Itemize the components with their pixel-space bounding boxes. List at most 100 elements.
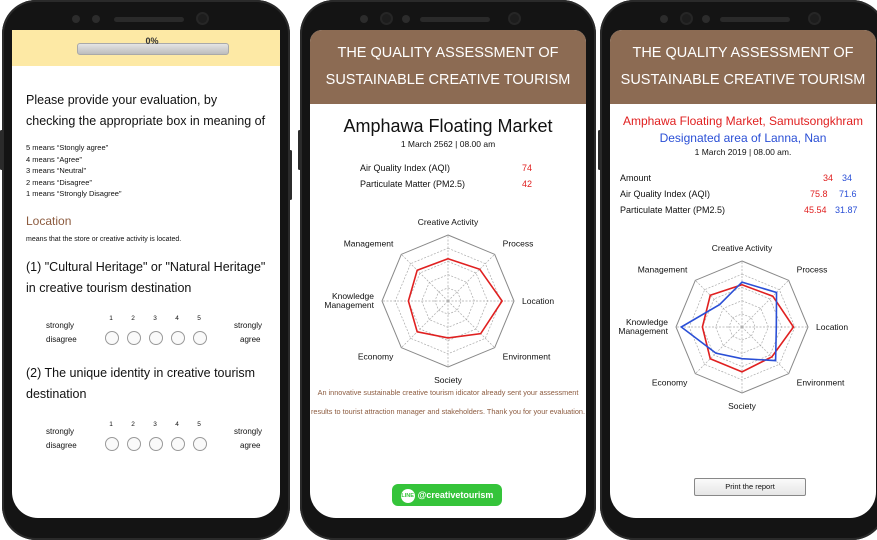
- section-title: Location: [26, 213, 72, 228]
- speaker-grille: [720, 17, 790, 22]
- line-account-button[interactable]: LINE @creativetourism: [392, 484, 502, 506]
- radar-axis-label-line: Economy: [358, 352, 394, 362]
- radar-axis-label-line: Process: [503, 238, 534, 248]
- radar-axis-label: Knowledge Management: [618, 317, 668, 336]
- comparison-table: Amount 34 34 Air Quality Index (AQI) 75.…: [610, 173, 876, 225]
- scale-number: 3: [153, 420, 157, 428]
- survey-screen: 0% Please provide your evaluation, by ch…: [12, 30, 280, 518]
- radio-option-3[interactable]: [149, 436, 163, 451]
- radar-axis-label-line: Location: [816, 322, 848, 332]
- row-label: Amount: [620, 173, 652, 183]
- scale-right-label: strongly: [234, 320, 263, 330]
- phone-top-bar: [2, 8, 290, 30]
- progress-label: 0%: [145, 36, 159, 46]
- venue-b-value: 31.87: [835, 205, 858, 215]
- air-quality-table: Air Quality Index (AQI) 74 Particulate M…: [310, 163, 586, 197]
- front-camera: [382, 14, 391, 23]
- means-item: 4 means “Agree”: [26, 154, 82, 164]
- radio-option-1[interactable]: [105, 436, 119, 451]
- scale-right-label: agree: [240, 334, 261, 344]
- volume-button: [598, 130, 601, 170]
- venue-a-title: Amphawa Floating Market, Samutsongkhram: [622, 114, 864, 128]
- result-screen: THE QUALITY ASSESSMENT OF SUSTAINABLE CR…: [310, 30, 586, 518]
- line-button-label: @creativetourism: [417, 490, 494, 500]
- phone-top-bar: [300, 8, 596, 30]
- radar-spoke: [741, 326, 789, 374]
- radar-axis-label-line: Management: [324, 300, 374, 310]
- radio-option-4[interactable]: [171, 436, 185, 451]
- front-camera: [510, 14, 519, 23]
- venue-title: Amphawa Floating Market: [343, 116, 553, 136]
- print-report-button[interactable]: Print the report: [694, 478, 806, 496]
- sensor-dot: [92, 15, 100, 23]
- radar-axis-label-line: Management: [638, 264, 688, 274]
- radar-axis-label: Creative Activity: [712, 243, 773, 253]
- sensor-dot: [702, 15, 710, 23]
- radar-axis-label: Society: [728, 401, 757, 411]
- radio-option-2[interactable]: [127, 330, 141, 345]
- speaker-grille: [420, 17, 490, 22]
- radio-option-4[interactable]: [171, 330, 185, 345]
- radar-axis-label-line: Location: [522, 296, 554, 306]
- means-item: 2 means “Disagree”: [26, 177, 92, 187]
- phone-survey: 0% Please provide your evaluation, by ch…: [0, 0, 292, 540]
- question-text: (2) The unique identity in creative tour…: [26, 365, 256, 401]
- progress-header: 0%: [12, 30, 280, 66]
- front-camera: [682, 14, 691, 23]
- radar-axis-label: Management: [344, 238, 394, 248]
- line-logo-icon: LINE: [400, 488, 415, 503]
- metric-label: Particulate Matter (PM2.5): [360, 179, 466, 189]
- radar-axis-label: Process: [503, 238, 534, 248]
- scale-number: 4: [175, 420, 179, 428]
- scale-left-label: strongly: [46, 426, 75, 436]
- report-screen: THE QUALITY ASSESSMENT OF SUSTAINABLE CR…: [610, 30, 876, 518]
- phone-top-bar: [600, 8, 877, 30]
- scale-right-label: strongly: [234, 426, 263, 436]
- power-button: [289, 150, 292, 200]
- volume-button: [298, 130, 301, 170]
- radar-axis-label-line: Economy: [652, 378, 688, 388]
- instruction-text: Please provide your evaluation, by check…: [26, 93, 266, 128]
- metric-value: 42: [522, 179, 533, 189]
- radio-option-1[interactable]: [105, 330, 119, 345]
- radar-axis-label-line: Creative Activity: [418, 217, 479, 227]
- metric-label: Air Quality Index (AQI): [360, 163, 451, 173]
- radar-axis-label-line: Environment: [503, 352, 551, 362]
- scale-number: 1: [109, 314, 113, 322]
- radar-axis-label: Location: [816, 322, 848, 332]
- radio-option-3[interactable]: [149, 330, 163, 345]
- scale-left-label: disagree: [46, 440, 77, 450]
- scale-number: 1: [109, 420, 113, 428]
- radar-axis-label: Environment: [797, 378, 845, 388]
- radio-option-5[interactable]: [193, 330, 207, 345]
- assessment-date: 1 March 2562 | 08.00 am: [400, 139, 496, 149]
- front-camera: [198, 14, 207, 23]
- scale-number: 3: [153, 314, 157, 322]
- scale-left-label: disagree: [46, 334, 77, 344]
- metric-value: 74: [522, 163, 533, 173]
- phone-result: THE QUALITY ASSESSMENT OF SUSTAINABLE CR…: [298, 0, 596, 540]
- radio-option-5[interactable]: [193, 436, 207, 451]
- front-camera: [810, 14, 819, 23]
- assessment-header: THE QUALITY ASSESSMENT OF SUSTAINABLE CR…: [310, 30, 586, 104]
- radar-axis-label: Economy: [358, 352, 394, 362]
- row-label: Particulate Matter (PM2.5): [620, 205, 726, 215]
- sensor-dot: [660, 15, 668, 23]
- scale-number: 5: [197, 420, 201, 428]
- venue-a-value: 45.54: [804, 205, 827, 215]
- sensor-dot: [402, 15, 410, 23]
- scale-number: 2: [131, 314, 135, 322]
- radar-axis-label: Knowledge Management: [324, 291, 374, 310]
- comparison-radar-chart: Creative Activity Process Location Environm…: [618, 243, 848, 411]
- phone-report: THE QUALITY ASSESSMENT OF SUSTAINABLE CR…: [598, 0, 877, 540]
- venue-a-value: 34: [823, 173, 834, 183]
- radar-axis-label: Creative Activity: [418, 217, 479, 227]
- scale-number: 5: [197, 314, 201, 322]
- venue-b-value: 34: [842, 173, 853, 183]
- venue-b-title: Designated area of Lanna, Nan: [659, 131, 827, 145]
- radio-option-2[interactable]: [127, 436, 141, 451]
- volume-button: [0, 130, 3, 170]
- radar-chart: Creative Activity Process Location Environm…: [324, 217, 554, 385]
- thank-you-message: An innovative sustainable creative touri…: [310, 388, 586, 416]
- sensor-dot: [72, 15, 80, 23]
